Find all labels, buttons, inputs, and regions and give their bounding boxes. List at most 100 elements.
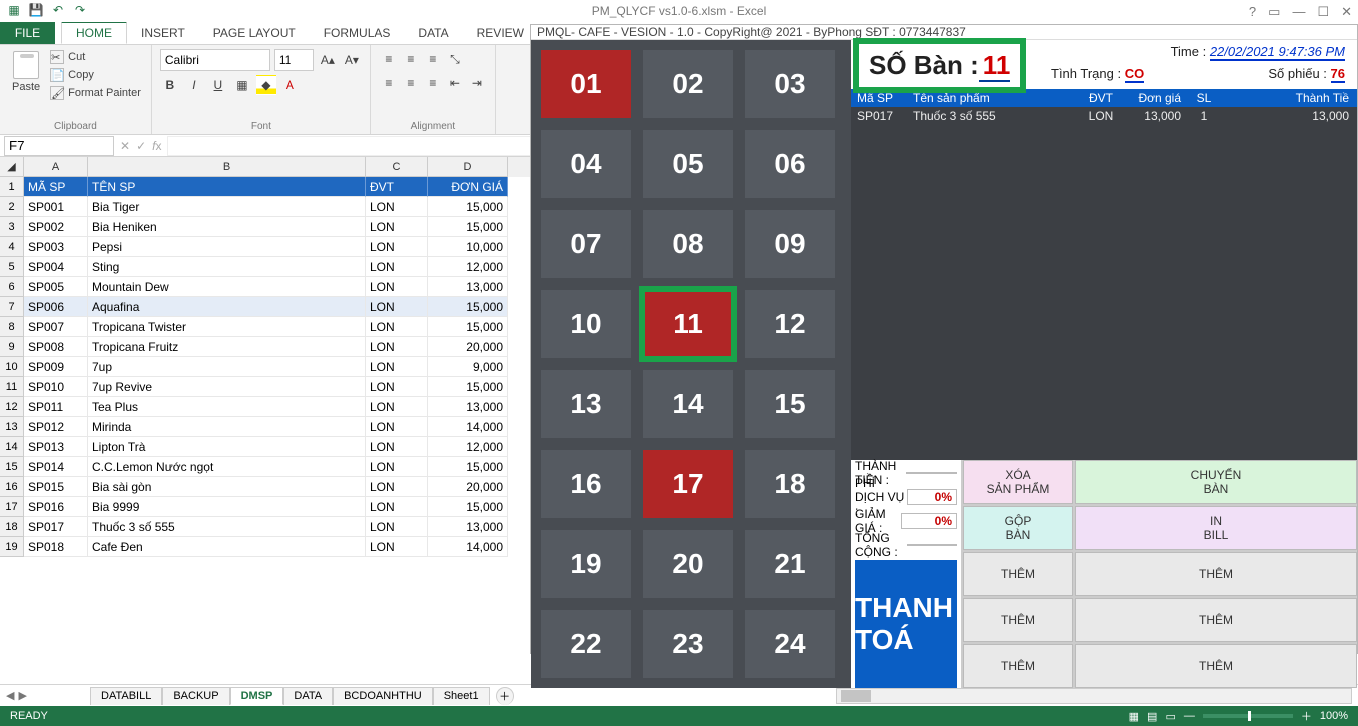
- view-normal-icon[interactable]: ▦: [1129, 710, 1139, 723]
- tab-home[interactable]: HOME: [61, 21, 127, 44]
- row-header[interactable]: 17: [0, 497, 24, 517]
- sheet-nav-prev-icon[interactable]: ◀: [6, 689, 14, 702]
- order-body[interactable]: SP017 Thuốc 3 số 555 LON 13,000 1 13,000: [851, 107, 1357, 460]
- table-button-01[interactable]: 01: [541, 50, 631, 118]
- table-button-24[interactable]: 24: [745, 610, 835, 678]
- row-header[interactable]: 13: [0, 417, 24, 437]
- table-button-15[interactable]: 15: [745, 370, 835, 438]
- tab-insert[interactable]: INSERT: [127, 21, 199, 44]
- close-icon[interactable]: ✕: [1341, 4, 1352, 20]
- zoom-in-icon[interactable]: ＋: [1301, 708, 1312, 724]
- in-bill-button[interactable]: IN BILL: [1075, 506, 1357, 550]
- col-header-b[interactable]: B: [88, 157, 366, 177]
- them-button-4[interactable]: THÊM: [1075, 598, 1357, 642]
- align-top-icon[interactable]: ≡: [379, 49, 399, 69]
- sheet-tab-bcdoanhthu[interactable]: BCDOANHTHU: [333, 687, 433, 705]
- maximize-icon[interactable]: ☐: [1317, 4, 1329, 20]
- chuyen-ban-button[interactable]: CHUYỂN BÀN: [1075, 460, 1357, 504]
- sheet-tab-databill[interactable]: DATABILL: [90, 687, 162, 705]
- view-break-icon[interactable]: ▭: [1165, 710, 1175, 723]
- table-button-08[interactable]: 08: [643, 210, 733, 278]
- border-icon[interactable]: ▦: [232, 75, 252, 95]
- table-button-18[interactable]: 18: [745, 450, 835, 518]
- them-button-2[interactable]: THÊM: [1075, 552, 1357, 596]
- format-painter-button[interactable]: 🖌Format Painter: [48, 85, 143, 101]
- save-icon[interactable]: 💾: [28, 2, 44, 18]
- table-button-03[interactable]: 03: [745, 50, 835, 118]
- tab-pagelayout[interactable]: PAGE LAYOUT: [199, 21, 310, 44]
- row-header[interactable]: 4: [0, 237, 24, 257]
- row-header[interactable]: 10: [0, 357, 24, 377]
- thanhtoan-button[interactable]: THANH TOÁ: [855, 560, 957, 688]
- row-header[interactable]: 7: [0, 297, 24, 317]
- table-button-22[interactable]: 22: [541, 610, 631, 678]
- table-button-06[interactable]: 06: [745, 130, 835, 198]
- table-button-21[interactable]: 21: [745, 530, 835, 598]
- zoom-slider[interactable]: [1203, 714, 1293, 718]
- tab-review[interactable]: REVIEW: [463, 21, 538, 44]
- table-button-11[interactable]: 11: [643, 290, 733, 358]
- add-sheet-button[interactable]: ＋: [496, 687, 514, 705]
- row-header[interactable]: 12: [0, 397, 24, 417]
- them-button-5[interactable]: THÊM: [963, 644, 1073, 688]
- row-header[interactable]: 8: [0, 317, 24, 337]
- table-button-04[interactable]: 04: [541, 130, 631, 198]
- table-button-14[interactable]: 14: [643, 370, 733, 438]
- redo-icon[interactable]: ↷: [72, 2, 88, 18]
- sheet-tab-data[interactable]: DATA: [283, 687, 333, 705]
- row-header[interactable]: 19: [0, 537, 24, 557]
- sheet-tab-backup[interactable]: BACKUP: [162, 687, 229, 705]
- row-header[interactable]: 1: [0, 177, 24, 197]
- table-button-13[interactable]: 13: [541, 370, 631, 438]
- gop-ban-button[interactable]: GỘP BÀN: [963, 506, 1073, 550]
- indent-decrease-icon[interactable]: ⇤: [445, 73, 465, 93]
- row-header[interactable]: 16: [0, 477, 24, 497]
- cut-button[interactable]: ✂Cut: [48, 49, 143, 65]
- table-button-20[interactable]: 20: [643, 530, 733, 598]
- col-header-d[interactable]: D: [428, 157, 508, 177]
- them-button-1[interactable]: THÊM: [963, 552, 1073, 596]
- increase-font-icon[interactable]: A▴: [318, 50, 338, 70]
- col-header-c[interactable]: C: [366, 157, 428, 177]
- them-button-6[interactable]: THÊM: [1075, 644, 1357, 688]
- underline-icon[interactable]: U: [208, 75, 228, 95]
- view-layout-icon[interactable]: ▤: [1147, 710, 1157, 723]
- decrease-font-icon[interactable]: A▾: [342, 50, 362, 70]
- row-header[interactable]: 2: [0, 197, 24, 217]
- zoom-out-icon[interactable]: —: [1184, 710, 1195, 722]
- table-button-05[interactable]: 05: [643, 130, 733, 198]
- font-size-select[interactable]: [274, 49, 314, 71]
- align-center-icon[interactable]: ≡: [401, 73, 421, 93]
- table-button-17[interactable]: 17: [643, 450, 733, 518]
- table-button-16[interactable]: 16: [541, 450, 631, 518]
- select-all-corner[interactable]: ◢: [0, 157, 24, 177]
- align-bottom-icon[interactable]: ≡: [423, 49, 443, 69]
- indent-increase-icon[interactable]: ⇥: [467, 73, 487, 93]
- row-header[interactable]: 9: [0, 337, 24, 357]
- font-color-icon[interactable]: A: [280, 75, 300, 95]
- row-header[interactable]: 14: [0, 437, 24, 457]
- row-header[interactable]: 11: [0, 377, 24, 397]
- xoa-sanpham-button[interactable]: XÓA SẢN PHẨM: [963, 460, 1073, 504]
- sheet-tab-dmsp[interactable]: DMSP: [230, 687, 284, 705]
- table-button-07[interactable]: 07: [541, 210, 631, 278]
- them-button-3[interactable]: THÊM: [963, 598, 1073, 642]
- fx-icon[interactable]: fx: [152, 139, 161, 153]
- orientation-icon[interactable]: ⤡: [445, 49, 465, 69]
- name-box[interactable]: [4, 136, 114, 156]
- font-name-select[interactable]: [160, 49, 270, 71]
- table-button-12[interactable]: 12: [745, 290, 835, 358]
- table-button-02[interactable]: 02: [643, 50, 733, 118]
- zoom-value[interactable]: 100%: [1320, 710, 1348, 722]
- tab-data[interactable]: DATA: [404, 21, 462, 44]
- row-header[interactable]: 5: [0, 257, 24, 277]
- undo-icon[interactable]: ↶: [50, 2, 66, 18]
- row-header[interactable]: 15: [0, 457, 24, 477]
- horizontal-scrollbar[interactable]: [836, 688, 1352, 704]
- sheet-nav-next-icon[interactable]: ▶: [18, 689, 26, 702]
- paste-button[interactable]: Paste: [8, 49, 44, 95]
- table-button-19[interactable]: 19: [541, 530, 631, 598]
- minimize-icon[interactable]: —: [1292, 4, 1305, 20]
- align-right-icon[interactable]: ≡: [423, 73, 443, 93]
- row-header[interactable]: 6: [0, 277, 24, 297]
